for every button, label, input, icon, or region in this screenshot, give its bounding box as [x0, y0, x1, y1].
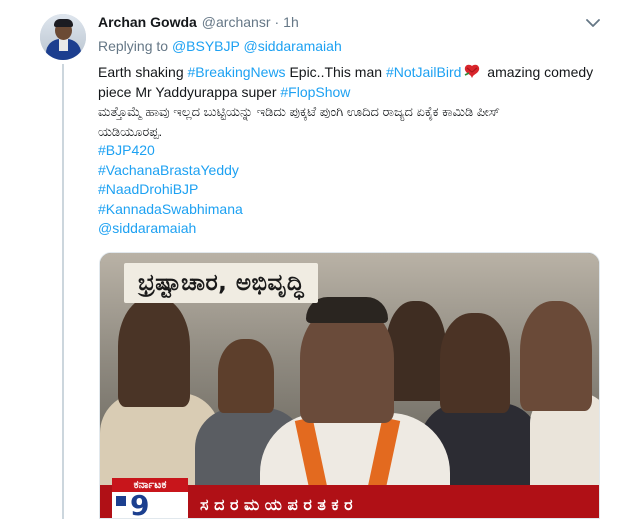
channel-logo-mark — [116, 496, 126, 506]
video-person — [440, 313, 510, 413]
tweet-line-2: piece Mr Yaddyurappa super #FlopShow — [98, 83, 618, 103]
tweet-line-1: Earth shaking #BreakingNews Epic..This m… — [98, 63, 618, 83]
text-fragment: piece Mr Yaddyurappa super — [98, 83, 281, 100]
mention-siddaramaiah[interactable]: @siddaramaiah — [98, 219, 618, 239]
author-name[interactable]: Archan Gowda — [98, 14, 197, 30]
reply-mention-siddaramaiah[interactable]: @siddaramaiah — [243, 38, 341, 54]
video-person — [386, 301, 446, 401]
hashtag-notjailbird[interactable]: #NotJailBird — [386, 64, 461, 80]
reply-mention-bsybjp[interactable]: @BSYBJP — [172, 38, 240, 54]
video-person — [218, 339, 274, 413]
kannada-line-1: ಮತ್ತೊಮ್ಮೆ ಹಾವು ಇಲ್ಲದ ಬುಟ್ಟಿಯನ್ನು ಇಡಿದು ಪ… — [98, 104, 500, 119]
video-person — [118, 297, 190, 407]
tweet-text: Earth shaking #BreakingNews Epic..This m… — [98, 63, 618, 239]
text-fragment: Epic..This man — [285, 64, 386, 80]
thread-line — [62, 64, 64, 519]
hashtag-vachanabrastayeddy[interactable]: #VachanaBrastaYeddy — [98, 161, 618, 181]
hashtag-flopshow[interactable]: #FlopShow — [280, 84, 350, 100]
author-handle[interactable]: @archansr — [202, 14, 271, 30]
tweet-video[interactable]: ಭ್ರಷ್ಟಾಚಾರ, ಅಭಿವೃದ್ಧಿ ಕರ್ನಾಟಕ 9 ಸ ದ ರ ಮ … — [99, 252, 600, 519]
separator-dot: · — [274, 14, 280, 30]
video-ticker: ಸ ದ ರ ಮ ಯ ಪ ರ ತ ಕ ರ — [200, 495, 353, 514]
replying-to: Replying to @BSYBJP @siddaramaiah — [98, 38, 342, 54]
video-person-hair — [306, 297, 388, 323]
channel-logo: ಕರ್ನಾಟಕ 9 — [112, 478, 188, 519]
tweet-header: Archan Gowda @archansr · 1h — [98, 14, 299, 32]
rose-emoji-icon — [465, 64, 480, 78]
chevron-down-icon[interactable] — [586, 18, 600, 28]
video-banner: ಭ್ರಷ್ಟಾಚಾರ, ಅಭಿವೃದ್ಧಿ — [124, 263, 319, 303]
hashtag-breakingnews[interactable]: #BreakingNews — [188, 64, 286, 80]
channel-logo-text: ಕರ್ನಾಟಕ — [112, 478, 188, 492]
avatar[interactable] — [40, 14, 86, 60]
video-banner-text: ಭ್ರಷ್ಟಾಚಾರ, ಅಭಿವೃದ್ಧಿ — [138, 270, 305, 296]
timestamp[interactable]: 1h — [283, 14, 299, 30]
replying-prefix: Replying to — [98, 38, 169, 54]
hashtag-kannadaswabhimana[interactable]: #KannadaSwabhimana — [98, 200, 618, 220]
kannada-line-2: ಯಡಿಯೂರಪ್ಪ. — [98, 123, 163, 139]
video-person — [520, 301, 592, 411]
hashtag-bjp420[interactable]: #BJP420 — [98, 141, 618, 161]
text-fragment: amazing comedy — [483, 64, 594, 80]
text-fragment: Earth shaking — [98, 64, 188, 80]
hashtag-naaddrohibjp[interactable]: #NaadDrohiBJP — [98, 180, 618, 200]
channel-logo-number: 9 — [130, 489, 150, 519]
